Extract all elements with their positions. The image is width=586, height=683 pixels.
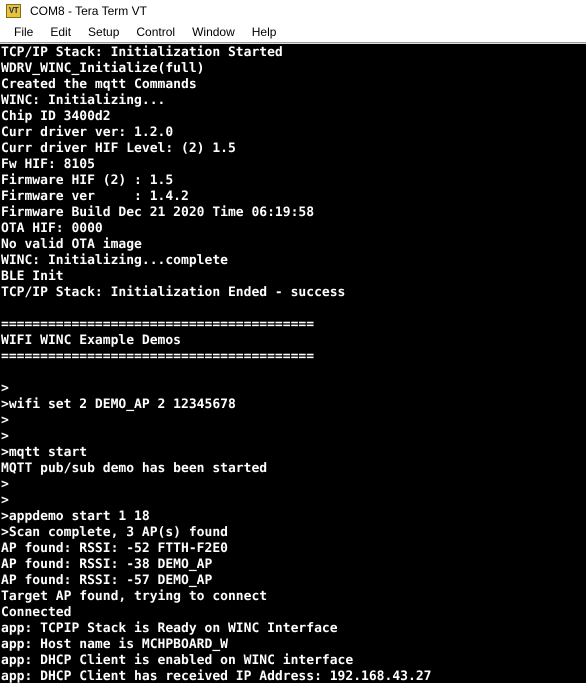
terminal-line: WDRV_WINC_Initialize(full) [1,61,205,76]
terminal-line: >Scan complete, 3 AP(s) found [1,525,228,540]
terminal-line: > [1,477,9,492]
vt-terminal-icon-label: VT [8,6,19,15]
terminal-line: Curr driver ver: 1.2.0 [1,125,174,140]
tera-term-window: VT COM8 - Tera Term VT File Edit Setup C… [0,0,586,683]
terminal-line: >wifi set 2 DEMO_AP 2 12345678 [1,397,236,412]
window-title: COM8 - Tera Term VT [30,4,147,18]
terminal-line: >appdemo start 1 18 [1,509,150,524]
terminal-line: MQTT pub/sub demo has been started [1,461,268,476]
menu-item-help[interactable]: Help [244,24,286,40]
terminal-line: Firmware ver : 1.4.2 [1,189,189,204]
terminal-line: OTA HIF: 0000 [1,221,103,236]
menu-item-control[interactable]: Control [128,24,184,40]
menu-item-window[interactable]: Window [184,24,244,40]
terminal-line: ======================================== [1,317,315,332]
vt-terminal-icon: VT [6,3,22,19]
terminal-line: app: Host name is MCHPBOARD_W [1,637,228,652]
terminal-line: Firmware Build Dec 21 2020 Time 06:19:58 [1,205,315,220]
menu-item-edit[interactable]: Edit [42,24,80,40]
menu-bar: File Edit Setup Control Window Help [0,22,586,42]
terminal-line: ======================================== [1,349,315,364]
terminal-line: AP found: RSSI: -38 DEMO_AP [1,557,213,572]
terminal-line: > [1,413,9,428]
terminal-line: Target AP found, trying to connect [1,589,268,604]
terminal-line: TCP/IP Stack: Initialization Ended - suc… [1,285,346,300]
terminal-line: app: DHCP Client has received IP Address… [1,669,432,683]
terminal-line: Fw HIF: 8105 [1,157,95,172]
terminal-line: > [1,381,9,396]
terminal-line: Firmware HIF (2) : 1.5 [1,173,174,188]
menu-item-setup[interactable]: Setup [80,24,128,40]
terminal-line: No valid OTA image [1,237,142,252]
terminal-line: > [1,493,9,508]
title-bar[interactable]: VT COM8 - Tera Term VT [0,0,586,22]
terminal-line: WINC: Initializing... [1,93,166,108]
terminal-line: > [1,429,9,444]
terminal-line: WINC: Initializing...complete [1,253,228,268]
terminal-line: TCP/IP Stack: Initialization Started [1,45,283,60]
terminal-line: app: TCPIP Stack is Ready on WINC Interf… [1,621,338,636]
terminal-line: Curr driver HIF Level: (2) 1.5 [1,141,236,156]
terminal-line: WIFI WINC Example Demos [1,333,182,348]
terminal-line: AP found: RSSI: -52 FTTH-F2E0 [1,541,228,556]
terminal-line: Created the mqtt Commands [1,77,197,92]
terminal-text: TCP/IP Stack: Initialization Started WDRV… [1,45,586,683]
terminal-line: AP found: RSSI: -57 DEMO_AP [1,573,213,588]
terminal-line: app: DHCP Client is enabled on WINC inte… [1,653,354,668]
terminal-line: >mqtt start [1,445,88,460]
terminal-output-area[interactable]: TCP/IP Stack: Initialization Started WDRV… [0,44,586,683]
terminal-line: Chip ID 3400d2 [1,109,111,124]
terminal-line: Connected [1,605,72,620]
terminal-line: BLE Init [1,269,64,284]
menu-item-file[interactable]: File [6,24,42,40]
